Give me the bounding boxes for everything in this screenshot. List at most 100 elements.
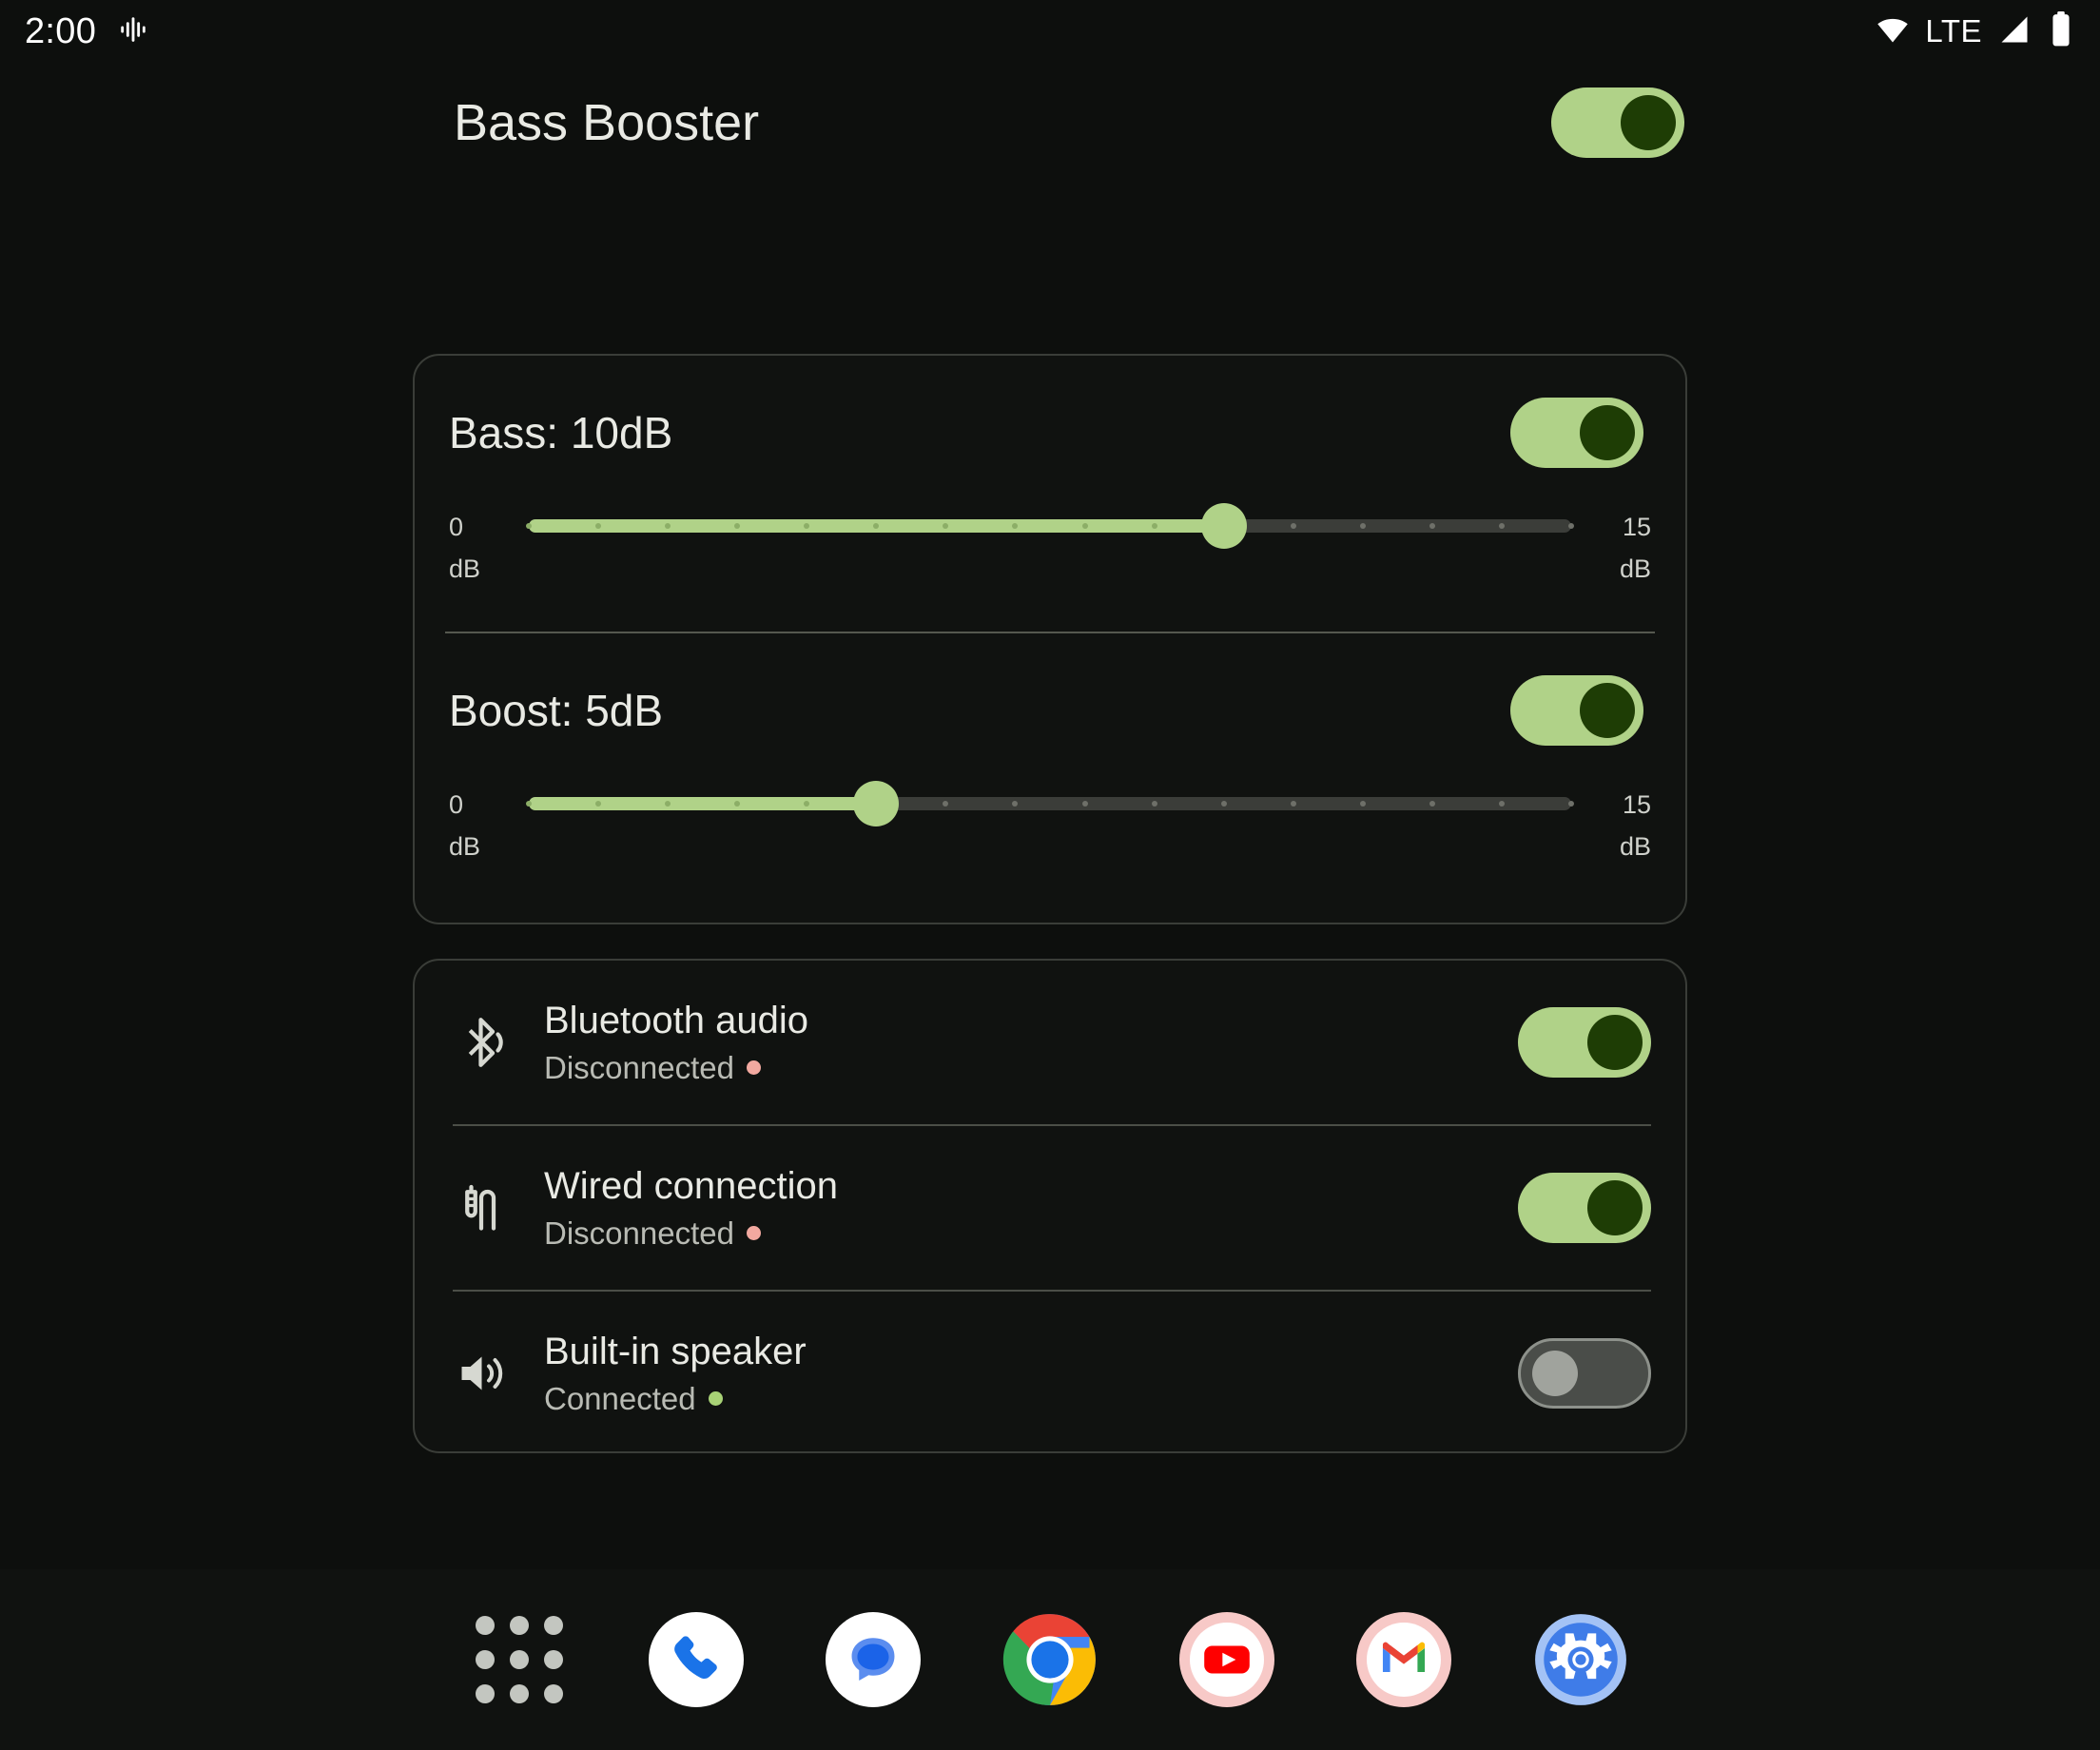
slider-tick xyxy=(1081,523,1088,529)
output-info: Wired connection Disconnected xyxy=(544,1165,1488,1252)
boost-max-label: 15 dB xyxy=(1619,790,1651,861)
slider-tick xyxy=(1359,801,1366,807)
slider-tick xyxy=(1429,801,1435,807)
slider-tick xyxy=(943,523,949,529)
status-dot-red xyxy=(746,1226,761,1240)
audio-outputs-card: Bluetooth audio Disconnected Wired conne… xyxy=(413,959,1687,1453)
output-row-bluetooth[interactable]: Bluetooth audio Disconnected xyxy=(415,961,1685,1124)
slider-tick xyxy=(873,523,880,529)
boost-enable-toggle[interactable] xyxy=(1510,675,1643,746)
bluetooth-audio-icon xyxy=(453,1012,514,1073)
boost-slider-header: Boost: 5dB xyxy=(449,675,1651,746)
slider-tick xyxy=(1568,801,1574,807)
slider-tick xyxy=(943,801,949,807)
slider-tick xyxy=(1498,801,1505,807)
bluetooth-audio-toggle[interactable] xyxy=(1518,1007,1651,1078)
status-dot-green xyxy=(708,1391,723,1406)
toggle-knob xyxy=(1580,405,1635,460)
bass-min-label: 0 dB xyxy=(449,513,481,583)
bass-slider-thumb[interactable] xyxy=(1200,503,1247,549)
slider-tick xyxy=(1429,523,1435,529)
slider-tick xyxy=(1359,523,1366,529)
output-row-wired[interactable]: Wired connection Disconnected xyxy=(415,1126,1685,1290)
slider-tick xyxy=(1568,523,1574,529)
bass-enable-toggle[interactable] xyxy=(1510,398,1643,468)
output-info: Built-in speaker Connected xyxy=(544,1331,1488,1417)
wifi-icon xyxy=(1876,12,1910,51)
bass-slider-label: Bass: 10dB xyxy=(449,408,673,457)
gmail-icon[interactable] xyxy=(1351,1607,1456,1712)
output-title: Wired connection xyxy=(544,1164,839,1207)
output-status-text: Disconnected xyxy=(544,1215,734,1251)
slider-tick xyxy=(526,523,532,529)
bass-slider-row: 0 dB 15 dB xyxy=(449,503,1651,590)
boost-min-label: 0 dB xyxy=(449,790,481,861)
chrome-icon[interactable] xyxy=(998,1607,1102,1712)
app-drawer-icon[interactable] xyxy=(467,1607,572,1712)
slider-tick xyxy=(1012,801,1019,807)
audio-waveform-icon xyxy=(117,13,149,50)
slider-tick xyxy=(595,801,602,807)
speaker-volume-icon xyxy=(453,1343,514,1404)
toggle-knob xyxy=(1621,95,1676,150)
toggle-knob xyxy=(1580,683,1635,738)
toggle-knob xyxy=(1587,1180,1643,1235)
toggle-knob xyxy=(1587,1015,1643,1070)
output-row-speaker[interactable]: Built-in speaker Connected xyxy=(415,1292,1685,1455)
status-dot-red xyxy=(746,1060,761,1075)
boost-slider-row: 0 dB 15 dB xyxy=(449,781,1651,867)
output-status-text: Connected xyxy=(544,1380,696,1416)
slider-tick xyxy=(665,801,671,807)
slider-tick xyxy=(1081,801,1088,807)
slider-tick xyxy=(1498,523,1505,529)
slider-tick xyxy=(526,801,532,807)
output-info: Bluetooth audio Disconnected xyxy=(544,1000,1488,1086)
output-title: Built-in speaker xyxy=(544,1330,807,1372)
bass-slider-section: Bass: 10dB 0 dB 15 dB xyxy=(415,356,1685,590)
status-bar-left: 2:00 xyxy=(25,11,149,52)
master-enable-toggle[interactable] xyxy=(1551,88,1684,158)
bass-slider-ticks xyxy=(526,519,1574,533)
messages-icon[interactable] xyxy=(821,1607,925,1712)
slider-tick xyxy=(665,523,671,529)
output-status: Connected xyxy=(544,1381,1488,1417)
bass-slider[interactable] xyxy=(526,503,1574,549)
slider-tick xyxy=(804,523,810,529)
slider-tick xyxy=(1151,523,1157,529)
output-title: Bluetooth audio xyxy=(544,999,809,1041)
slider-tick xyxy=(1151,801,1157,807)
slider-tick xyxy=(1012,523,1019,529)
youtube-icon[interactable] xyxy=(1175,1607,1279,1712)
boost-slider-label: Boost: 5dB xyxy=(449,686,664,735)
battery-full-icon xyxy=(2047,10,2075,52)
app-header: Bass Booster xyxy=(0,88,2100,158)
boost-slider[interactable] xyxy=(526,781,1574,826)
output-status: Disconnected xyxy=(544,1050,1488,1086)
boost-slider-thumb[interactable] xyxy=(853,781,900,826)
phone-icon[interactable] xyxy=(644,1607,749,1712)
slider-tick xyxy=(595,523,602,529)
bass-slider-header: Bass: 10dB xyxy=(449,398,1651,468)
boost-slider-ticks xyxy=(526,797,1574,810)
network-type-label: LTE xyxy=(1925,13,1982,49)
slider-tick xyxy=(1220,801,1227,807)
page-title: Bass Booster xyxy=(454,94,760,151)
output-status-text: Disconnected xyxy=(544,1049,734,1085)
wired-connection-toggle[interactable] xyxy=(1518,1173,1651,1243)
settings-icon[interactable] xyxy=(1528,1607,1633,1712)
output-status: Disconnected xyxy=(544,1215,1488,1252)
boost-slider-section: Boost: 5dB 0 dB 15 dB xyxy=(415,633,1685,867)
built-in-speaker-toggle[interactable] xyxy=(1518,1338,1651,1409)
slider-tick xyxy=(734,801,741,807)
app-dock xyxy=(0,1569,2100,1750)
headphone-jack-icon xyxy=(453,1177,514,1238)
status-bar-right: LTE xyxy=(1876,10,2075,52)
slider-tick xyxy=(1290,801,1296,807)
slider-tick xyxy=(734,523,741,529)
slider-tick xyxy=(1290,523,1296,529)
toggle-knob xyxy=(1532,1351,1578,1396)
bass-max-label: 15 dB xyxy=(1619,513,1651,583)
effect-settings-card: Bass: 10dB 0 dB 15 dB Boost: 5dB 0 dB 15… xyxy=(413,354,1687,924)
cellular-signal-icon xyxy=(1997,12,2032,51)
slider-tick xyxy=(804,801,810,807)
